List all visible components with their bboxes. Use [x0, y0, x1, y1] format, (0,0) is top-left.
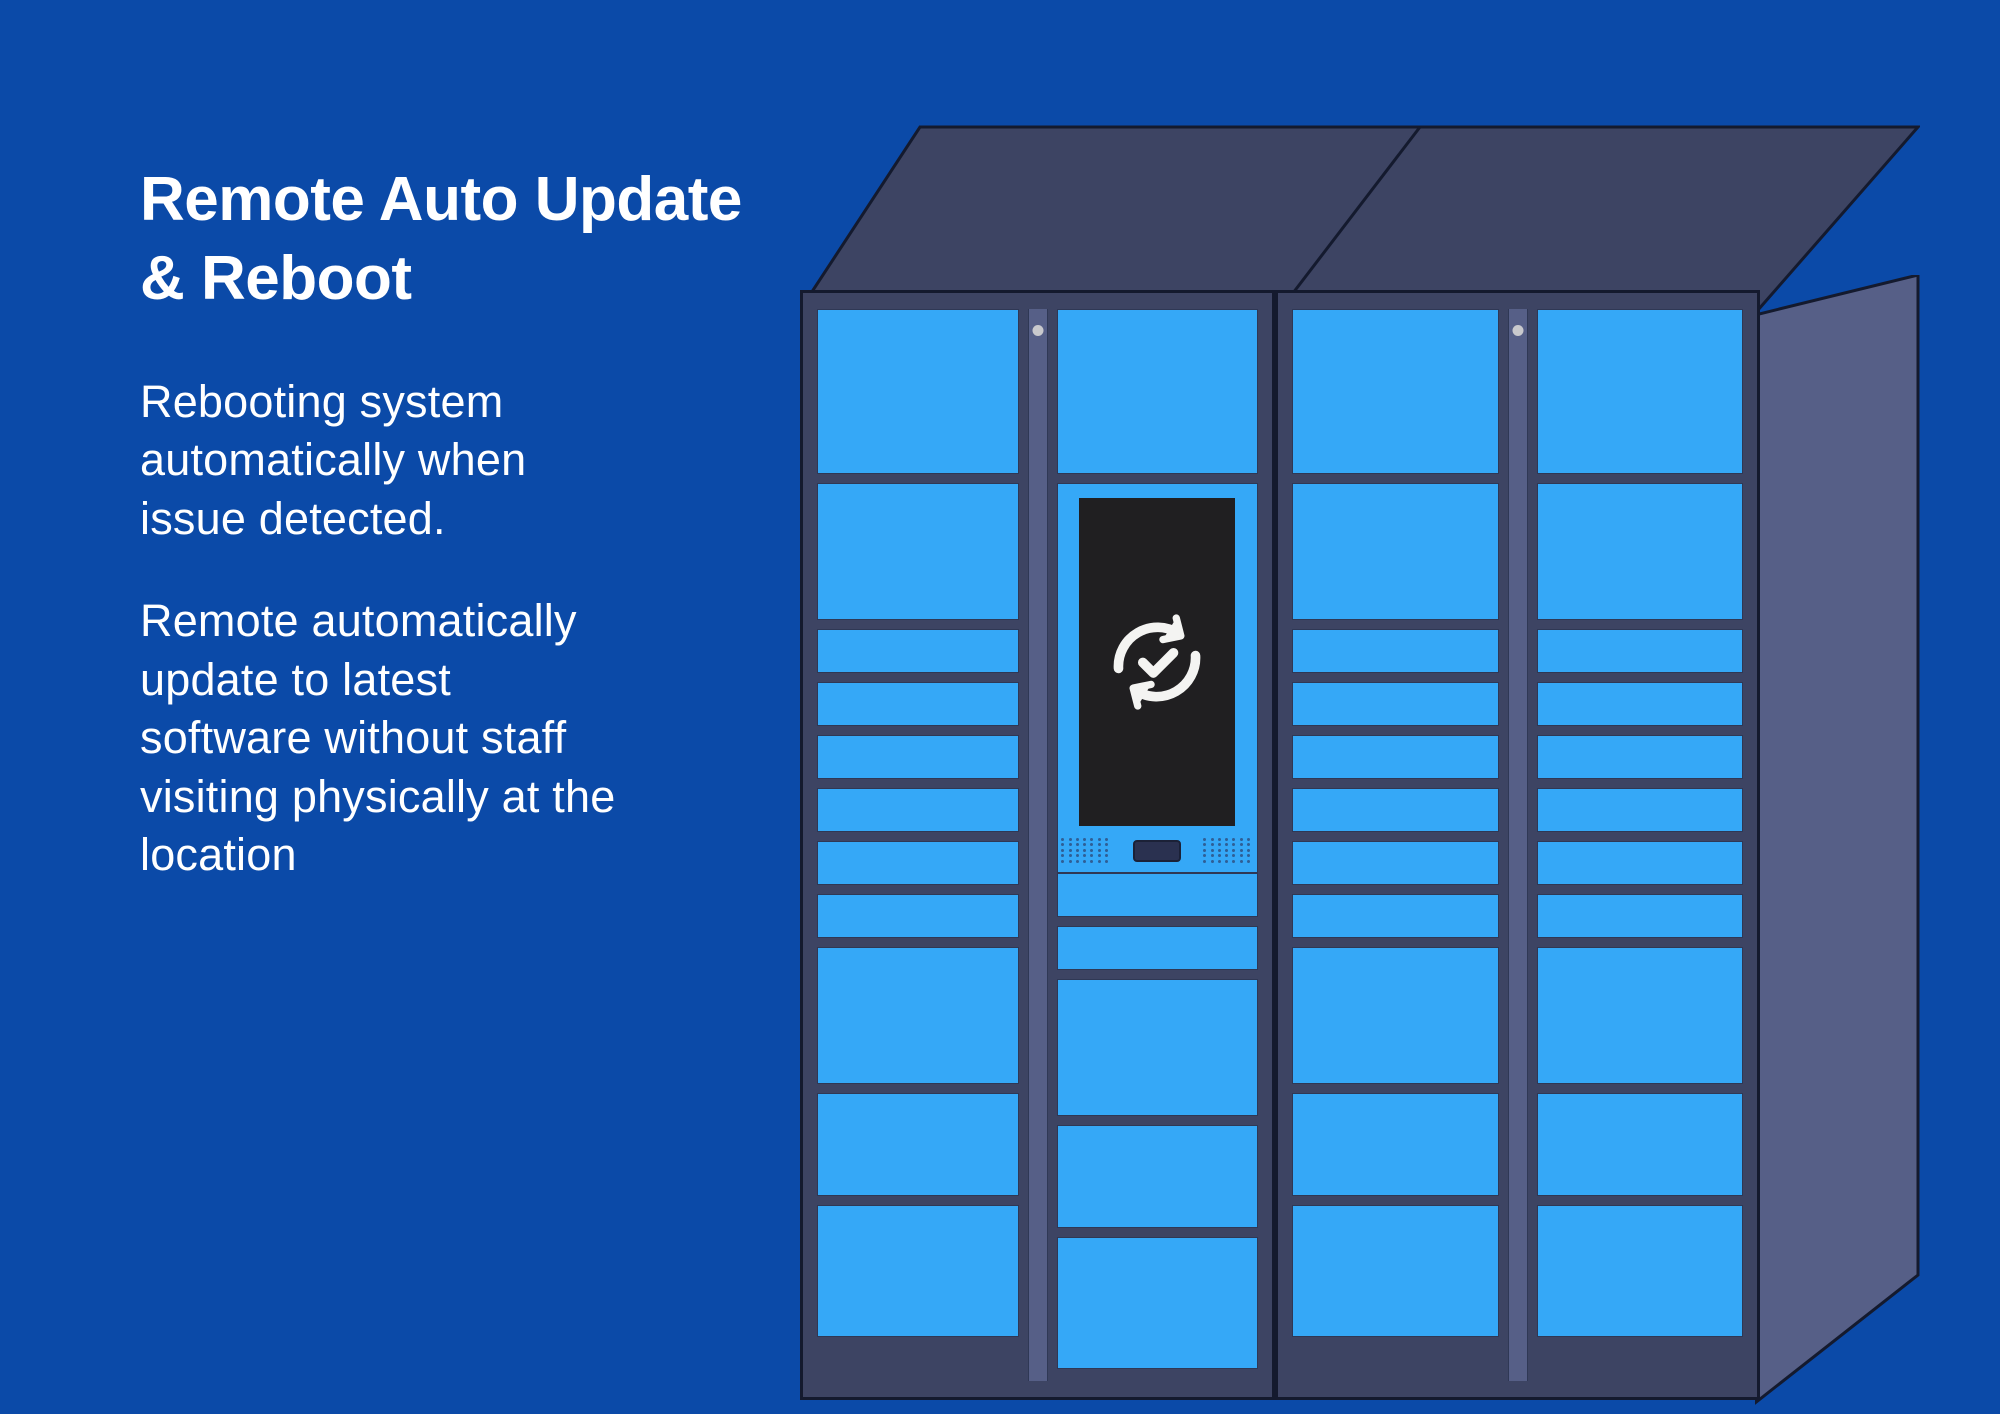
locker-door[interactable] — [1536, 735, 1743, 779]
kiosk-controls — [1058, 838, 1258, 872]
locker-door[interactable] — [1536, 309, 1743, 474]
locker-divider-strip — [1507, 309, 1528, 1381]
smart-locker-illustration — [800, 125, 1920, 1405]
cabinet-left — [800, 290, 1275, 1400]
locker-door[interactable] — [1292, 841, 1499, 885]
locker-door[interactable] — [1292, 1205, 1499, 1337]
locker-door[interactable] — [1536, 947, 1743, 1084]
speaker-grille-right-icon — [1203, 838, 1253, 864]
locker-column-2-kiosk — [1056, 309, 1258, 1381]
locker-door[interactable] — [1292, 682, 1499, 726]
locker-right-side-face — [1755, 275, 1920, 1405]
locker-door[interactable] — [1292, 947, 1499, 1084]
locker-door[interactable] — [1536, 788, 1743, 832]
locker-door[interactable] — [1292, 788, 1499, 832]
locker-door[interactable] — [1292, 309, 1499, 474]
kiosk-panel[interactable] — [1056, 483, 1258, 873]
kiosk-screen[interactable] — [1079, 498, 1236, 826]
locker-door[interactable] — [817, 1205, 1019, 1337]
card-reader-slot-icon[interactable] — [1133, 840, 1182, 862]
locker-door[interactable] — [1292, 629, 1499, 673]
status-indicator-icon — [1512, 325, 1523, 336]
locker-door[interactable] — [1056, 1237, 1258, 1369]
locker-column-4 — [1536, 309, 1743, 1381]
locker-door[interactable] — [817, 309, 1019, 474]
locker-door[interactable] — [817, 682, 1019, 726]
locker-door[interactable] — [817, 629, 1019, 673]
locker-door[interactable] — [1292, 1093, 1499, 1196]
locker-door[interactable] — [1056, 873, 1258, 917]
locker-door[interactable] — [1536, 894, 1743, 938]
cabinet-right — [1275, 290, 1760, 1400]
page-title: Remote Auto Update & Reboot — [140, 165, 742, 314]
locker-door[interactable] — [1536, 841, 1743, 885]
locker-door[interactable] — [817, 483, 1019, 620]
locker-door[interactable] — [1292, 483, 1499, 620]
locker-door[interactable] — [817, 1093, 1019, 1196]
locker-door[interactable] — [817, 841, 1019, 885]
locker-door[interactable] — [1536, 1205, 1743, 1337]
locker-door[interactable] — [817, 947, 1019, 1084]
description-paragraph-2: Remote automatically update to latest so… — [140, 595, 616, 881]
locker-door[interactable] — [817, 788, 1019, 832]
locker-door[interactable] — [1292, 735, 1499, 779]
sync-check-icon — [1113, 614, 1201, 710]
locker-door[interactable] — [1056, 926, 1258, 970]
locker-door[interactable] — [1056, 309, 1258, 474]
speaker-grille-left-icon — [1061, 838, 1111, 864]
locker-door[interactable] — [1536, 1093, 1743, 1196]
locker-door[interactable] — [1056, 1125, 1258, 1228]
description-paragraph-1: Rebooting system automatically when issu… — [140, 375, 527, 544]
locker-door[interactable] — [817, 894, 1019, 938]
locker-divider-strip — [1027, 309, 1048, 1381]
locker-door[interactable] — [1536, 682, 1743, 726]
poster-canvas: Remote Auto Update & Reboot Rebooting sy… — [0, 0, 2000, 1414]
locker-door[interactable] — [1536, 483, 1743, 620]
locker-door[interactable] — [1292, 894, 1499, 938]
locker-column-3 — [1292, 309, 1499, 1381]
locker-door[interactable] — [817, 735, 1019, 779]
status-indicator-icon — [1032, 325, 1043, 336]
locker-door[interactable] — [1536, 629, 1743, 673]
text-panel: Remote Auto Update & Reboot Rebooting sy… — [140, 160, 780, 885]
locker-top-face — [800, 125, 1920, 310]
locker-column-1 — [817, 309, 1019, 1381]
locker-front-body — [800, 290, 1760, 1400]
locker-door[interactable] — [1056, 979, 1258, 1116]
